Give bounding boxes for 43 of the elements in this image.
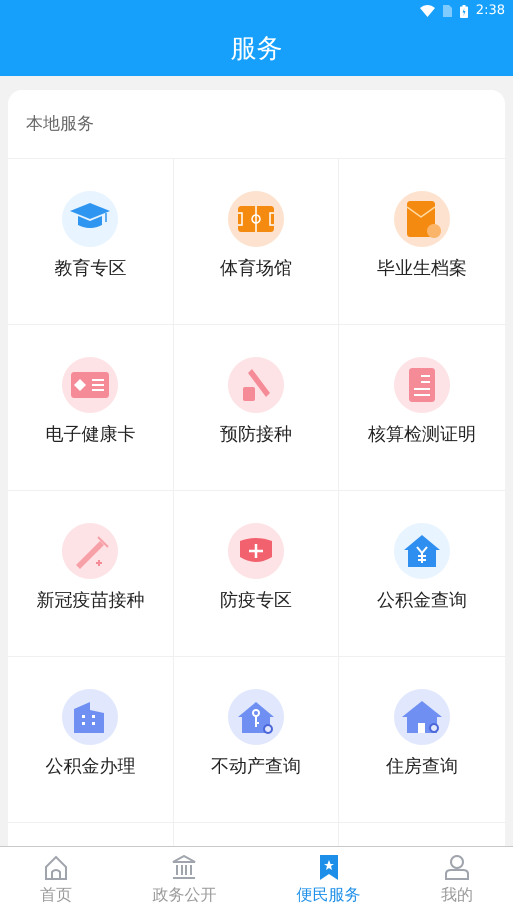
service-label: 教育专区 xyxy=(54,256,126,280)
house-key-icon xyxy=(228,688,284,744)
sports-field-icon xyxy=(228,190,284,246)
envelope-icon xyxy=(394,190,450,246)
service-tile[interactable]: 新冠疫苗接种 xyxy=(8,490,174,656)
service-label: 体育场馆 xyxy=(220,256,292,280)
service-tile[interactable]: 公积金查询 xyxy=(339,490,505,656)
service-label: 不动产查询 xyxy=(210,754,301,778)
bank-icon xyxy=(170,853,198,881)
wifi-icon xyxy=(420,5,435,17)
graduation-cap-icon xyxy=(62,190,118,246)
clock-time: 2:38 xyxy=(476,2,505,20)
health-card-icon xyxy=(62,356,118,412)
building-icon xyxy=(62,688,118,744)
house-yen-icon xyxy=(394,522,450,578)
service-tile[interactable]: 预防接种 xyxy=(174,324,340,490)
service-tile[interactable]: 电子健康卡 xyxy=(8,324,174,490)
service-tile[interactable]: 核算检测证明 xyxy=(339,324,505,490)
page-title: 服务 xyxy=(230,36,282,62)
syringe-icon xyxy=(62,522,118,578)
sim-icon xyxy=(442,5,452,17)
service-label: 核算检测证明 xyxy=(368,422,476,446)
battery-icon xyxy=(460,4,468,18)
service-tile[interactable]: 防疫专区 xyxy=(174,490,340,656)
service-label: 毕业生档案 xyxy=(377,256,468,280)
house-search-icon xyxy=(394,688,450,744)
section-title: 本地服务 xyxy=(25,113,95,136)
service-tile[interactable]: 不动产查询 xyxy=(174,656,340,822)
service-label: 电子健康卡 xyxy=(45,422,136,446)
service-tile[interactable]: 毕业生档案 xyxy=(339,158,505,324)
service-label: 公积金办理 xyxy=(45,754,136,778)
service-label: 住房查询 xyxy=(386,754,458,778)
service-tile[interactable]: 住房查询 xyxy=(339,656,505,822)
report-icon xyxy=(394,356,450,412)
service-label: 防疫专区 xyxy=(220,588,292,612)
service-label: 公积金查询 xyxy=(377,588,468,612)
service-label: 预防接种 xyxy=(220,422,292,446)
service-tile[interactable]: 教育专区 xyxy=(8,158,174,324)
service-tile[interactable]: 体育场馆 xyxy=(174,158,340,324)
service-tile[interactable]: 公积金办理 xyxy=(8,656,174,822)
service-label: 新冠疫苗接种 xyxy=(36,588,144,612)
person-icon xyxy=(442,853,471,881)
face-mask-icon xyxy=(228,522,284,578)
